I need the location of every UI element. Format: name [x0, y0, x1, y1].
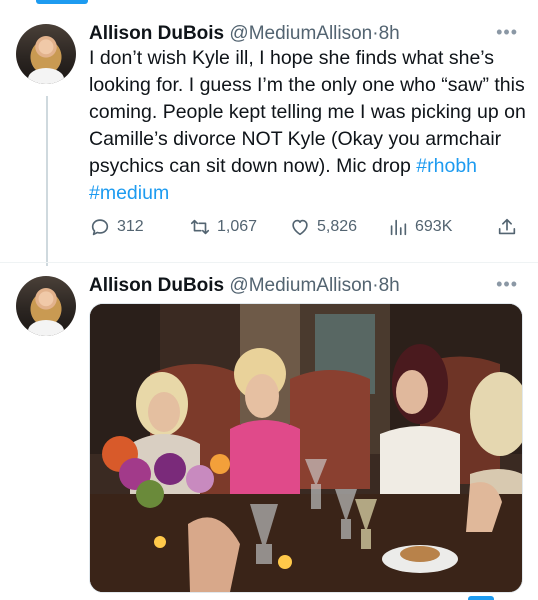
like-count: 5,826 — [317, 218, 358, 235]
reply-count: 312 — [117, 218, 144, 235]
reply-icon — [91, 219, 109, 236]
retweet-icon — [190, 219, 210, 235]
author-handle[interactable]: @MediumAllison — [229, 275, 372, 296]
dinner-party-photo — [90, 304, 522, 592]
author-name[interactable]: Allison DuBois — [89, 275, 224, 296]
views-icon — [390, 219, 407, 236]
new-posts-indicator — [468, 596, 494, 600]
tweet-header: Allison DuBois @MediumAllison·8h — [89, 22, 400, 46]
view-count: 693K — [415, 218, 453, 235]
thread-connector-line — [46, 96, 48, 266]
hashtag-link[interactable]: #rhobh — [416, 155, 477, 177]
tweet-timestamp[interactable]: 8h — [379, 275, 400, 296]
avatar[interactable] — [16, 276, 76, 336]
more-icon[interactable]: ••• — [496, 22, 518, 43]
tweet-text: I don’t wish Kyle ill, I hope she finds … — [89, 45, 529, 207]
retweet-count: 1,067 — [217, 218, 258, 235]
avatar[interactable] — [16, 24, 76, 84]
share-button[interactable] — [496, 216, 518, 238]
active-tab-indicator — [36, 0, 88, 4]
retweet-button[interactable]: 1,067 — [189, 216, 257, 238]
tweet-header: Allison DuBois @MediumAllison·8h — [89, 274, 400, 298]
views-button[interactable]: 693K — [387, 216, 452, 238]
author-name[interactable]: Allison DuBois — [89, 23, 224, 44]
heart-icon — [292, 219, 308, 236]
author-handle[interactable]: @MediumAllison — [229, 23, 372, 44]
tweet-actions: 312 1,067 5,826 693K — [89, 216, 518, 242]
share-icon — [498, 218, 516, 235]
tweet-divider — [0, 262, 538, 263]
like-button[interactable]: 5,826 — [289, 216, 357, 238]
reply-button[interactable]: 312 — [89, 216, 144, 238]
hashtag-link[interactable]: #medium — [89, 182, 169, 204]
tweet-photo[interactable] — [89, 303, 523, 593]
tweet-timestamp[interactable]: 8h — [379, 23, 400, 44]
more-icon[interactable]: ••• — [496, 274, 518, 295]
